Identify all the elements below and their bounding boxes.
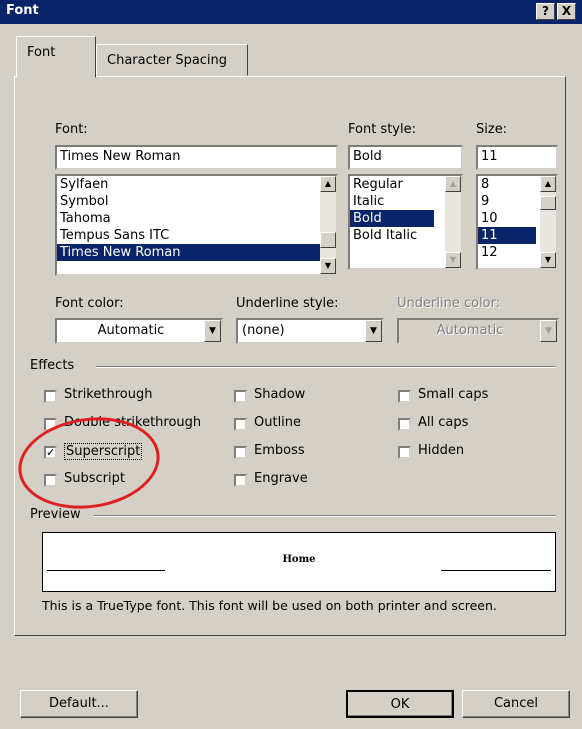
chevron-down-icon[interactable]: ▼ — [365, 320, 382, 342]
preview-line-left — [47, 570, 165, 571]
preview-divider — [94, 515, 556, 517]
list-item[interactable]: Tahoma — [57, 210, 336, 227]
shadow-label[interactable]: Shadow — [254, 387, 305, 402]
list-item[interactable]: Sylfaen — [57, 176, 336, 193]
scroll-down-arrow-icon[interactable]: ▼ — [540, 252, 556, 268]
strikethrough-checkbox[interactable] — [44, 390, 57, 403]
engrave-label[interactable]: Engrave — [254, 471, 308, 486]
list-item-selected[interactable]: Bold — [350, 210, 434, 227]
chevron-down-icon: ▼ — [540, 320, 557, 342]
hidden-checkbox[interactable] — [398, 446, 411, 459]
underline-color-label: Underline color: — [397, 296, 501, 311]
scroll-up-arrow-icon[interactable]: ▲ — [540, 176, 556, 192]
small-caps-label[interactable]: Small caps — [418, 387, 488, 402]
underline-style-select[interactable]: (none) ▼ — [236, 318, 384, 344]
size-input-value: 11 — [481, 149, 498, 164]
all-caps-label[interactable]: All caps — [418, 415, 468, 430]
window-title: Font — [6, 3, 39, 18]
tab-character-spacing[interactable]: Character Spacing — [96, 44, 248, 76]
emboss-label[interactable]: Emboss — [254, 443, 305, 458]
outline-checkbox[interactable] — [234, 418, 247, 431]
superscript-label[interactable]: Superscript — [64, 443, 143, 460]
font-label: Font: — [55, 122, 88, 137]
underline-style-value: (none) — [242, 323, 285, 338]
scroll-down-arrow-icon[interactable]: ▼ — [445, 252, 461, 268]
small-caps-checkbox[interactable] — [398, 390, 411, 403]
font-list-scrollbar[interactable]: ▲ ▼ — [320, 176, 336, 274]
tab-font[interactable]: Font — [16, 36, 96, 78]
font-color-value: Automatic — [97, 323, 165, 338]
underline-style-label: Underline style: — [236, 296, 339, 311]
tab-font-label: Font — [27, 45, 56, 60]
all-caps-checkbox[interactable] — [398, 418, 411, 431]
close-button[interactable]: X — [557, 3, 576, 20]
font-style-list-scrollbar[interactable]: ▲ ▼ — [445, 176, 461, 268]
font-name-input-value: Times New Roman — [60, 149, 181, 164]
font-list[interactable]: Sylfaen Symbol Tahoma Tempus Sans ITC Ti… — [55, 174, 338, 276]
chevron-down-icon[interactable]: ▼ — [204, 320, 221, 342]
font-style-input-value: Bold — [353, 149, 382, 164]
ok-button[interactable]: OK — [346, 690, 454, 718]
effects-group-label: Effects — [30, 358, 75, 373]
tab-character-spacing-label: Character Spacing — [107, 53, 228, 68]
shadow-checkbox[interactable] — [234, 390, 247, 403]
scroll-down-arrow-icon[interactable]: ▼ — [320, 258, 336, 274]
scroll-up-arrow-icon[interactable]: ▲ — [320, 176, 336, 192]
size-label: Size: — [476, 122, 508, 137]
underline-color-select: Automatic ▼ — [397, 318, 559, 344]
hidden-label[interactable]: Hidden — [418, 443, 464, 458]
superscript-checkbox[interactable]: ✓ — [44, 446, 57, 459]
size-list[interactable]: 8 9 10 11 12 ▲ ▼ — [476, 174, 558, 270]
subscript-label[interactable]: Subscript — [64, 471, 125, 486]
font-style-list[interactable]: Regular Italic Bold Bold Italic ▲ ▼ — [348, 174, 463, 270]
engrave-checkbox[interactable] — [234, 474, 247, 487]
scroll-up-arrow-icon[interactable]: ▲ — [445, 176, 461, 192]
font-info-text: This is a TrueType font. This font will … — [42, 598, 497, 613]
font-style-input[interactable]: Bold — [348, 145, 463, 170]
underline-color-value: Automatic — [436, 323, 504, 338]
default-button[interactable]: Default... — [20, 690, 138, 718]
double-strikethrough-label[interactable]: Double strikethrough — [64, 415, 201, 430]
preview-text: Home — [282, 554, 316, 565]
preview-box: Home — [42, 532, 556, 592]
double-strikethrough-checkbox[interactable] — [44, 418, 57, 431]
size-list-scrollbar[interactable]: ▲ ▼ — [540, 176, 556, 268]
outline-label[interactable]: Outline — [254, 415, 301, 430]
font-color-label: Font color: — [55, 296, 124, 311]
title-bar: Font ? X — [0, 0, 582, 24]
size-input[interactable]: 11 — [476, 145, 558, 170]
emboss-checkbox[interactable] — [234, 446, 247, 459]
font-color-select[interactable]: Automatic ▼ — [55, 318, 223, 344]
font-style-label: Font style: — [348, 122, 416, 137]
help-button[interactable]: ? — [536, 3, 555, 20]
list-item-selected[interactable]: 11 — [478, 227, 536, 244]
list-item[interactable]: Tempus Sans ITC — [57, 227, 336, 244]
strikethrough-label[interactable]: Strikethrough — [64, 387, 152, 402]
scroll-thumb[interactable] — [320, 232, 336, 248]
font-name-input[interactable]: Times New Roman — [55, 145, 338, 170]
effects-divider — [96, 366, 556, 368]
cancel-button[interactable]: Cancel — [462, 690, 570, 718]
preview-group-label: Preview — [30, 507, 81, 522]
scroll-thumb[interactable] — [540, 196, 556, 210]
list-item-selected[interactable]: Times New Roman — [57, 244, 336, 261]
subscript-checkbox[interactable] — [44, 474, 57, 487]
preview-line-right — [441, 570, 551, 571]
list-item[interactable]: Symbol — [57, 193, 336, 210]
